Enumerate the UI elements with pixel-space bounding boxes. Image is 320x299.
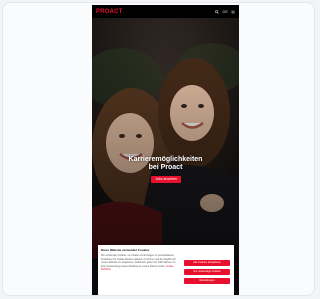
language-switcher[interactable]: DE [222, 9, 228, 14]
cookie-settings-button[interactable]: Einstellungen [184, 278, 230, 284]
cookie-consent-banner: Diese Website verwendet Cookies Wir verw… [98, 245, 234, 295]
cookie-banner-actions: Alle Cookies akzeptieren Nur notwendige … [184, 260, 230, 287]
hero-photo [92, 18, 239, 258]
hero-section: Karrieremöglichkeiten bei Proact Jobs an… [92, 18, 239, 258]
hero-title: Karrieremöglichkeiten bei Proact [128, 156, 203, 171]
top-nav-actions: DE [215, 9, 235, 14]
top-navigation-bar: PROACT DE [92, 5, 239, 18]
search-icon[interactable] [215, 9, 220, 14]
cookie-banner-title: Diese Website verwendet Cookies [101, 248, 150, 252]
cookie-banner-text: Wir verwenden Cookies, um Inhalte und An… [101, 254, 176, 272]
mobile-viewport: PROACT DE Karrieremöglichkeiten bei Proa… [92, 5, 239, 295]
view-jobs-button[interactable]: Jobs ansehen [151, 176, 181, 183]
menu-icon[interactable] [231, 10, 235, 14]
brand-logo[interactable]: PROACT [96, 9, 123, 15]
accept-all-cookies-button[interactable]: Alle Cookies akzeptieren [184, 260, 230, 266]
necessary-cookies-button[interactable]: Nur notwendige Cookies [184, 269, 230, 275]
